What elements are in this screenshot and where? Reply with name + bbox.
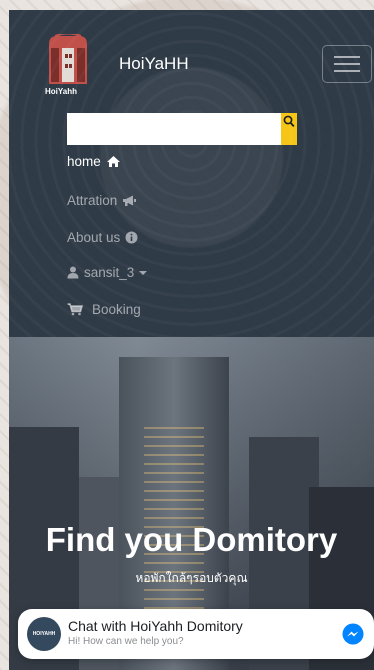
nav-user-label: sansit_3 bbox=[84, 265, 135, 280]
brand-name[interactable]: HoiYaHH bbox=[119, 54, 189, 74]
chat-avatar-text: HOIYAHH bbox=[32, 631, 56, 637]
menu-icon-bar bbox=[334, 70, 360, 72]
nav-attraction[interactable]: Attration bbox=[67, 193, 137, 208]
chat-widget[interactable]: HOIYAHH Chat with HoiYahh Domitory Hi! H… bbox=[18, 609, 374, 659]
search-form bbox=[67, 113, 297, 145]
nav-home-label: home bbox=[67, 154, 101, 169]
menu-toggle-button[interactable] bbox=[322, 45, 372, 83]
logo-text: HoiYahh bbox=[45, 87, 78, 96]
info-icon bbox=[125, 231, 138, 244]
home-icon bbox=[106, 156, 120, 167]
brand-logo[interactable]: HoiYahh bbox=[43, 32, 93, 98]
nav-attraction-label: Attration bbox=[67, 193, 118, 208]
chat-subtitle: Hi! How can we help you? bbox=[68, 636, 184, 647]
chat-avatar: HOIYAHH bbox=[27, 617, 61, 651]
user-icon bbox=[67, 266, 79, 279]
nav-user-dropdown[interactable]: sansit_3 bbox=[67, 265, 148, 280]
chat-title: Chat with HoiYahh Domitory bbox=[68, 618, 243, 634]
menu-icon-bar bbox=[334, 63, 360, 65]
nav-about-label: About us bbox=[67, 230, 121, 245]
bullhorn-icon bbox=[123, 195, 137, 206]
nav-about[interactable]: About us bbox=[67, 230, 138, 245]
hero-banner: Find you Domitory หอพักใกล้ๆรอบตัวคุณ HO… bbox=[9, 337, 374, 670]
search-input[interactable] bbox=[67, 113, 281, 145]
search-icon bbox=[283, 115, 295, 127]
hero-subtitle: หอพักใกล้ๆรอบตัวคุณ bbox=[135, 571, 248, 585]
hero-title: Find you Domitory bbox=[45, 521, 338, 558]
caret-down-icon bbox=[139, 270, 148, 275]
navbar: HoiYahh HoiYaHH home Attration About us … bbox=[9, 10, 374, 337]
search-button[interactable] bbox=[281, 113, 297, 145]
messenger-icon[interactable] bbox=[342, 623, 364, 645]
menu-icon-bar bbox=[334, 56, 360, 58]
nav-home[interactable]: home bbox=[67, 154, 121, 169]
cart-icon bbox=[67, 303, 83, 316]
mobile-viewport: HoiYahh HoiYaHH home Attration About us … bbox=[9, 10, 374, 670]
nav-booking-label: Booking bbox=[92, 302, 141, 317]
nav-booking[interactable]: Booking bbox=[67, 302, 141, 317]
